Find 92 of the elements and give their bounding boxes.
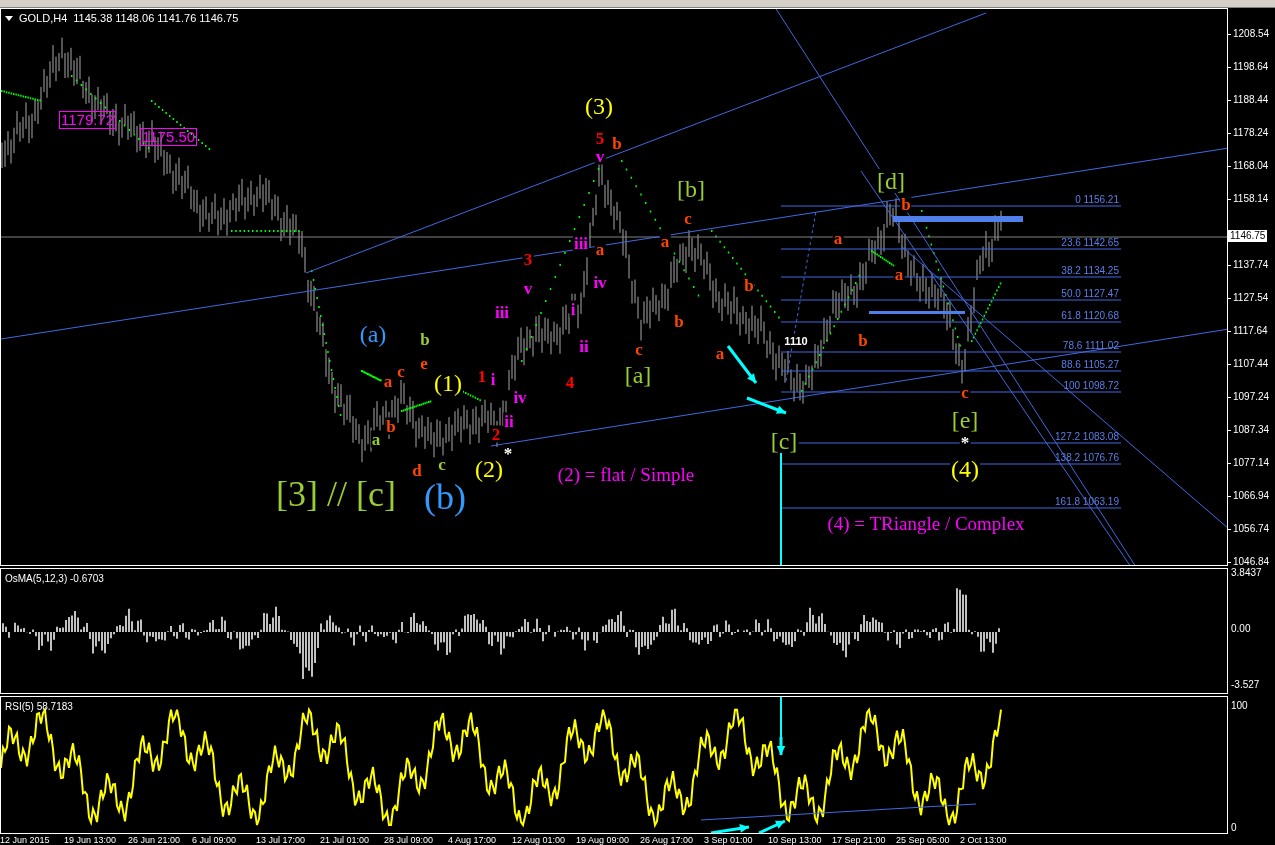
wave-label: (1) <box>433 371 463 395</box>
price-axis-label: 1117.64 <box>1233 325 1268 336</box>
wave-label: iv <box>512 388 528 406</box>
price-quote: 1145.38 1148.06 1141.76 1146.75 <box>73 11 239 26</box>
time-axis-label: 26 Jun 21:00 <box>128 834 182 845</box>
price-axis-label: 1178.24 <box>1233 127 1269 138</box>
wave-label: b <box>611 134 623 152</box>
wave-label: a <box>370 430 382 448</box>
time-axis-label: 6 Jul 09:00 <box>192 834 238 845</box>
pointer-arrow <box>776 737 786 755</box>
wave-label: ii <box>503 412 515 430</box>
time-axis-label: 4 Aug 17:00 <box>448 834 498 845</box>
fib-level-label: 0 1156.21 <box>1075 194 1119 205</box>
wave-label: iii <box>493 303 511 321</box>
price-note: 1110 <box>784 335 808 347</box>
wave-label: ii <box>578 337 590 355</box>
price-axis-label: 1077.14 <box>1233 457 1270 468</box>
fib-level-label: 38.2 1134.25 <box>1061 265 1119 276</box>
time-axis-label: 25 Sep 05:00 <box>896 834 951 845</box>
wave-label: i <box>489 370 497 388</box>
time-axis-label: 12 Jun 2015 <box>0 834 51 845</box>
time-axis-label: 10 Sep 13:00 <box>768 834 823 845</box>
price-axis-label: 1208.54 <box>1233 28 1270 39</box>
fib-level-label: 78.6 1111.02 <box>1062 340 1119 351</box>
fib-level-label: 127.2 1083.08 <box>1055 431 1119 442</box>
fib-level-label: 100 1098.72 <box>1063 380 1119 391</box>
price-label: 1179.72 <box>59 111 117 129</box>
wave-label: b <box>900 195 912 213</box>
wave-label: b <box>743 276 755 294</box>
time-axis-label: 13 Jul 17:00 <box>256 834 307 845</box>
fib-level-label: 61.8 1120.68 <box>1061 310 1119 321</box>
pointer-arrow <box>710 824 750 833</box>
dropdown-icon[interactable] <box>5 15 13 21</box>
indicator-axis-label: 3.8437 <box>1231 567 1262 578</box>
wave-label: (a) <box>358 322 388 346</box>
indicator-axis-label: 100 <box>1231 700 1248 711</box>
wave-label: [d] <box>876 169 906 193</box>
symbol-label: GOLD,H4 <box>19 11 68 26</box>
pointer-arrow <box>746 396 787 415</box>
pointer-arrow <box>758 819 786 833</box>
wave-label: iii <box>572 234 590 252</box>
fib-level-label: 50.0 1127.47 <box>1061 288 1119 299</box>
wave-label: (2) <box>474 457 504 481</box>
fib-level-label: 138.2 1076.76 <box>1055 452 1119 463</box>
price-axis-label: 1188.44 <box>1233 94 1269 105</box>
wave-label: b <box>419 330 431 348</box>
time-axis-label: 19 Jun 13:00 <box>64 834 118 845</box>
time-axis-label: 21 Jul 01:00 <box>320 834 371 845</box>
wave-label: iv <box>592 273 608 291</box>
time-axis-label: 28 Jul 09:00 <box>384 834 435 845</box>
wave-label: c <box>960 383 970 401</box>
indicator-axis-label: 0 <box>1231 822 1237 833</box>
wave-label: b <box>385 417 397 435</box>
indicator-axis-label: -3.527 <box>1231 679 1260 690</box>
annotation-text: (4) = TRiangle / Complex <box>827 513 1025 533</box>
current-price-label: 1146.75 <box>1228 230 1268 242</box>
price-axis-label: 1056.74 <box>1233 523 1270 534</box>
time-axis-label: 17 Sep 21:00 <box>832 834 887 845</box>
wave-label: c <box>634 340 644 358</box>
wave-label: b <box>857 331 869 349</box>
wave-label: c <box>437 455 447 473</box>
time-axis-label: 26 Aug 17:00 <box>640 834 695 845</box>
price-axis-label: 1168.04 <box>1233 160 1269 171</box>
pointer-arrow <box>726 345 758 384</box>
wave-label: i <box>569 300 577 318</box>
wave-label: b <box>673 312 685 330</box>
wave-label: 2 <box>490 425 502 443</box>
indicator-axis-label: 0.00 <box>1231 623 1251 634</box>
time-axis-label: 2 Oct 13:00 <box>960 834 1008 845</box>
time-axis-label: 3 Sep 01:00 <box>704 834 754 845</box>
time-axis-label: 19 Aug 09:00 <box>576 834 631 845</box>
wave-label: a <box>893 265 905 283</box>
price-axis-label: 1087.34 <box>1233 424 1270 435</box>
price-axis-label: 1066.94 <box>1233 490 1270 501</box>
price-axis-label: 1046.84 <box>1233 556 1270 567</box>
indicator-title: RSI(5) 58.7183 <box>5 700 73 714</box>
indicator-title: OsMA(5,12,3) -0.6703 <box>5 572 104 586</box>
wave-label: d <box>411 461 423 479</box>
price-axis-label: 1107.44 <box>1233 358 1269 369</box>
price-axis-label: 1198.64 <box>1233 61 1269 72</box>
price-axis-label: 1137.74 <box>1233 259 1269 270</box>
annotation-text: (2) = flat / Simple <box>557 464 695 484</box>
price-axis-label: 1158.14 <box>1233 193 1269 204</box>
wave-label: a <box>659 232 671 250</box>
price-axis-label: 1097.24 <box>1233 391 1270 402</box>
price-label: 1175.50 <box>140 128 198 146</box>
fib-level-label: 88.6 1105.27 <box>1061 359 1119 370</box>
price-axis-label: 1127.54 <box>1233 292 1269 303</box>
time-axis-label: 12 Aug 01:00 <box>512 834 567 845</box>
fib-level-label: 23.6 1142.65 <box>1061 237 1119 248</box>
wave-label: (3) <box>584 94 614 118</box>
wave-label: (4) <box>950 457 980 481</box>
